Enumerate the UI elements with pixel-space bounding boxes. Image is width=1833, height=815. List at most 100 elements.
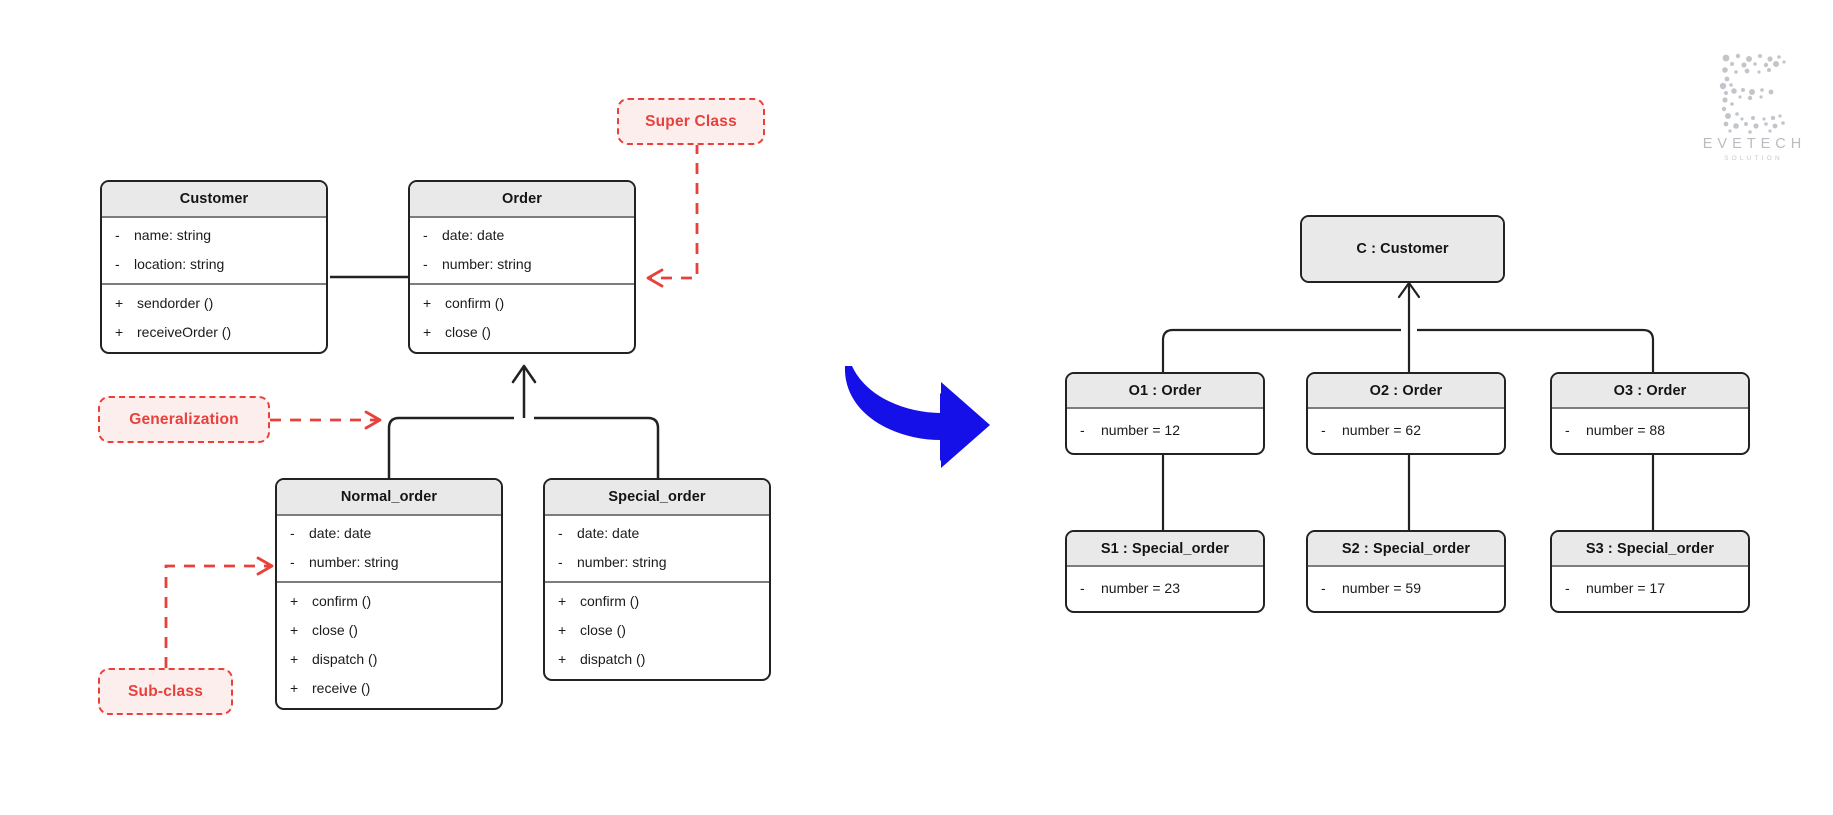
- object-box-o3[interactable]: O3 : Order - number = 88: [1550, 372, 1750, 455]
- object-box-o2[interactable]: O2 : Order - number = 62: [1306, 372, 1506, 455]
- object-box-s3[interactable]: S3 : Special_order - number = 17: [1550, 530, 1750, 613]
- object-name-s1: S1 : Special_order: [1067, 532, 1263, 567]
- slot-label: number = 12: [1101, 422, 1180, 438]
- method-row: + sendorder (): [102, 293, 326, 313]
- class-name-normal-order: Normal_order: [277, 480, 501, 516]
- method-label: confirm (): [445, 295, 505, 311]
- method-row: + close (): [545, 620, 769, 640]
- attribute-row: - number: string: [410, 254, 634, 274]
- visibility-marker: +: [558, 593, 567, 609]
- visibility-marker: -: [1080, 580, 1085, 596]
- diagram-canvas: Customer - name: string - location: stri…: [0, 0, 1833, 815]
- attribute-label: number: string: [577, 554, 667, 570]
- slot-row: - number = 59: [1308, 578, 1504, 598]
- visibility-marker: +: [115, 295, 124, 311]
- slot-row: - number = 17: [1552, 578, 1748, 598]
- object-slots-s3: - number = 17: [1552, 567, 1748, 611]
- object-slots-o3: - number = 88: [1552, 409, 1748, 453]
- method-row: + confirm (): [545, 591, 769, 611]
- watermark-tagline: SOLUTION: [1724, 155, 1783, 162]
- watermark: EVETECH SOLUTION: [1688, 52, 1816, 162]
- method-label: dispatch (): [580, 651, 646, 667]
- object-name-o1: O1 : Order: [1067, 374, 1263, 409]
- visibility-marker: -: [290, 554, 295, 570]
- object-name-customer: C : Customer: [1302, 217, 1503, 281]
- visibility-marker: +: [115, 324, 124, 340]
- visibility-marker: +: [423, 295, 432, 311]
- annotation-sub-class: Sub-class: [98, 668, 233, 715]
- attribute-label: date: date: [309, 525, 372, 541]
- slot-row: - number = 88: [1552, 420, 1748, 440]
- visibility-marker: -: [558, 554, 563, 570]
- visibility-marker: +: [558, 622, 567, 638]
- class-methods-customer: + sendorder () + receiveOrder (): [102, 283, 326, 352]
- class-attributes-customer: - name: string - location: string: [102, 218, 326, 283]
- object-link-o1: [1161, 328, 1401, 372]
- class-attributes-order: - date: date - number: string: [410, 218, 634, 283]
- right-arrow-icon-body: [844, 366, 990, 468]
- class-methods-special-order: + confirm () + close () + dispatch (): [545, 581, 769, 679]
- visibility-marker: -: [115, 227, 120, 243]
- object-name-s2: S2 : Special_order: [1308, 532, 1504, 567]
- attribute-label: name: string: [134, 227, 212, 243]
- visibility-marker: -: [1321, 580, 1326, 596]
- method-row: + confirm (): [277, 591, 501, 611]
- annotation-generalization: Generalization: [98, 396, 270, 443]
- method-row: + dispatch (): [277, 649, 501, 669]
- class-box-normal-order[interactable]: Normal_order - date: date - number: stri…: [275, 478, 503, 710]
- object-link-o3: [1417, 328, 1655, 372]
- slot-label: number = 17: [1586, 580, 1665, 596]
- visibility-marker: +: [290, 680, 299, 696]
- slot-label: number = 59: [1342, 580, 1421, 596]
- right-arrow-icon: [845, 368, 975, 461]
- class-attributes-normal-order: - date: date - number: string: [277, 516, 501, 581]
- object-box-o1[interactable]: O1 : Order - number = 12: [1065, 372, 1265, 455]
- visibility-marker: -: [558, 525, 563, 541]
- annotation-label: Super Class: [645, 112, 737, 130]
- method-label: receiveOrder (): [137, 324, 232, 340]
- object-link-arrowhead: [1397, 281, 1421, 299]
- object-slots-s1: - number = 23: [1067, 567, 1263, 611]
- visibility-marker: -: [1080, 422, 1085, 438]
- attribute-label: date: date: [442, 227, 505, 243]
- class-box-customer[interactable]: Customer - name: string - location: stri…: [100, 180, 328, 354]
- method-label: sendorder (): [137, 295, 214, 311]
- method-label: close (): [312, 622, 358, 638]
- class-box-special-order[interactable]: Special_order - date: date - number: str…: [543, 478, 771, 681]
- callout-line-super-class: [648, 143, 699, 280]
- attribute-row: - number: string: [277, 552, 501, 572]
- visibility-marker: -: [115, 256, 120, 272]
- object-name-o2: O2 : Order: [1308, 374, 1504, 409]
- callout-line-sub-class: [164, 564, 270, 668]
- object-name-s3: S3 : Special_order: [1552, 532, 1748, 567]
- object-box-s1[interactable]: S1 : Special_order - number = 23: [1065, 530, 1265, 613]
- method-row: + close (): [277, 620, 501, 640]
- annotation-label: Generalization: [129, 410, 239, 428]
- attribute-row: - name: string: [102, 225, 326, 245]
- slot-row: - number = 12: [1067, 420, 1263, 440]
- evetech-logo-icon: [1719, 53, 1786, 134]
- method-label: close (): [580, 622, 626, 638]
- class-methods-order: + confirm () + close (): [410, 283, 634, 352]
- callout-arrow-sub-class: [256, 556, 274, 576]
- method-label: close (): [445, 324, 491, 340]
- object-box-s2[interactable]: S2 : Special_order - number = 59: [1306, 530, 1506, 613]
- slot-label: number = 62: [1342, 422, 1421, 438]
- visibility-marker: -: [1565, 580, 1570, 596]
- visibility-marker: +: [558, 651, 567, 667]
- visibility-marker: -: [1565, 422, 1570, 438]
- attribute-label: location: string: [134, 256, 225, 272]
- callout-arrow-generalization: [364, 410, 382, 430]
- attribute-row: - date: date: [545, 523, 769, 543]
- visibility-marker: +: [423, 324, 432, 340]
- slot-label: number = 23: [1101, 580, 1180, 596]
- attribute-label: number: string: [309, 554, 399, 570]
- watermark-brand: EVETECH: [1702, 136, 1807, 152]
- generalization-branch-left: [387, 416, 514, 478]
- object-name-o3: O3 : Order: [1552, 374, 1748, 409]
- generalization-branch-right: [534, 416, 660, 478]
- object-box-customer[interactable]: C : Customer: [1300, 215, 1505, 283]
- class-box-order[interactable]: Order - date: date - number: string + co…: [408, 180, 636, 354]
- visibility-marker: +: [290, 651, 299, 667]
- visibility-marker: +: [290, 622, 299, 638]
